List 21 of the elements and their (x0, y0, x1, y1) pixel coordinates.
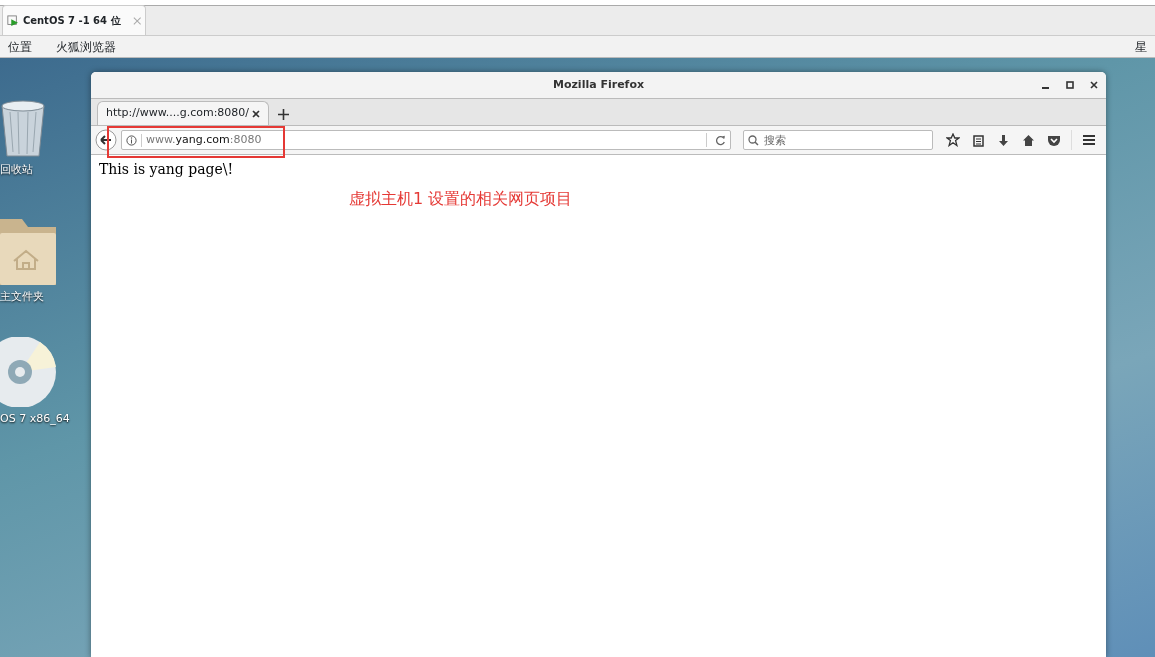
search-field[interactable]: 搜索 (743, 130, 933, 151)
menu-item[interactable]: 火狐浏览器 (56, 37, 116, 56)
desktop-icon-label[interactable]: 回收站 (0, 162, 33, 179)
browser-tab[interactable]: http://www....g.com:8080/ (97, 101, 269, 126)
close-icon[interactable] (252, 109, 260, 118)
new-tab-icon[interactable] (277, 108, 290, 122)
vm-icon (7, 13, 19, 28)
page-text: This is yang page\! (99, 160, 235, 180)
trash-icon[interactable] (0, 100, 46, 158)
menu-item[interactable]: 位置 (8, 37, 32, 56)
info-icon[interactable] (126, 134, 137, 146)
search-icon (748, 135, 759, 147)
close-icon[interactable] (1090, 81, 1098, 90)
reload-icon[interactable] (715, 134, 726, 146)
desktop-icon-label[interactable]: 主文件夹 (0, 288, 44, 305)
home-folder-icon[interactable] (0, 218, 56, 285)
back-icon[interactable] (95, 129, 117, 152)
annotation-text: 虚拟主机1 设置的相关网页项目 (349, 188, 573, 211)
maximize-icon[interactable] (1066, 81, 1074, 90)
window-title: Mozilla Firefox (552, 76, 645, 93)
clock-text[interactable]: 星 (1135, 37, 1147, 56)
